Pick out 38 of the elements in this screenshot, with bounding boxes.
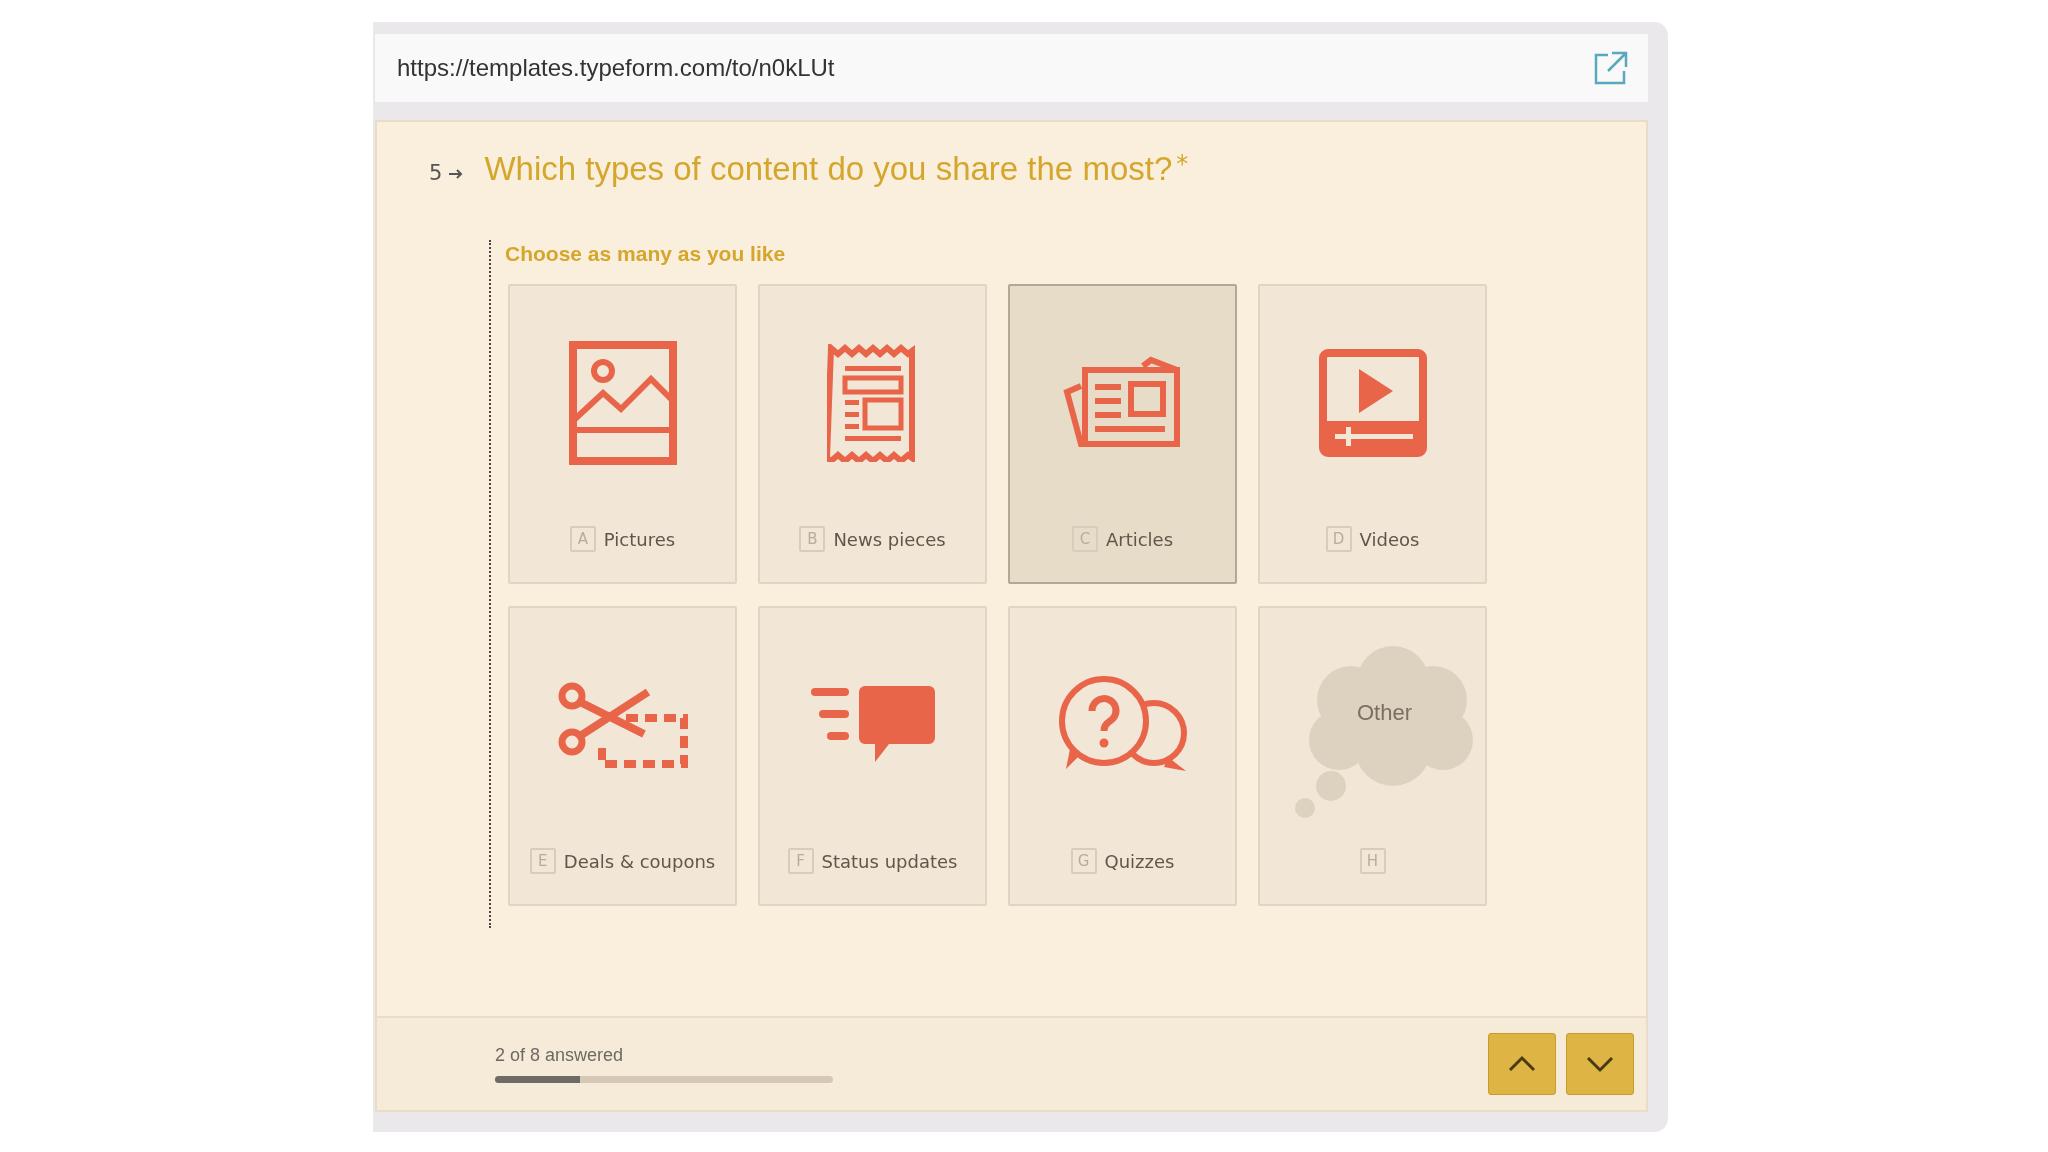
choice-card[interactable]: Other H [1258, 606, 1487, 906]
newspapers-icon [1062, 356, 1183, 450]
choice-card[interactable]: E Deals & coupons [508, 606, 737, 906]
key-hint: E [529, 848, 556, 874]
question-number: 5 [429, 161, 443, 185]
chevron-up-icon [1507, 1055, 1537, 1073]
choice-card[interactable]: A Pictures [508, 284, 737, 584]
choice-label: Videos [1359, 528, 1420, 550]
key-hint: H [1359, 848, 1386, 874]
key-hint: A [569, 526, 596, 552]
choice-card[interactable]: D Videos [1258, 284, 1487, 584]
next-button[interactable] [1566, 1033, 1634, 1095]
required-mark: * [1176, 150, 1189, 178]
key-hint: D [1325, 526, 1352, 552]
key-hint: F [787, 848, 814, 874]
previous-button[interactable] [1488, 1033, 1556, 1095]
choice-label: Articles [1105, 528, 1174, 550]
video-player-icon [1318, 349, 1427, 457]
arrow-icon [448, 168, 465, 180]
chevron-down-icon [1585, 1055, 1615, 1073]
choice-label: Pictures [603, 528, 676, 550]
choice-label: Deals & coupons [563, 850, 716, 872]
key-hint: B [799, 526, 826, 552]
picture-icon [568, 341, 677, 465]
choice-label: Other [1357, 700, 1412, 726]
choice-label: News pieces [833, 528, 946, 550]
external-link-icon[interactable] [1592, 49, 1630, 87]
choice-card[interactable]: F Status updates [758, 606, 987, 906]
question-title: Which types of content do you share the most? [484, 150, 1173, 188]
progress-text: 2 of 8 answered [495, 1045, 625, 1066]
url-text: https://templates.typeform.com/to/n0kLUt [397, 54, 835, 82]
choice-label: Status updates [821, 850, 958, 872]
speech-bubble-icon [810, 686, 935, 764]
question-hint: Choose as many as you like [505, 242, 787, 266]
choice-label: Quizzes [1104, 850, 1175, 872]
key-hint: G [1070, 848, 1097, 874]
choice-card[interactable]: G Quizzes [1008, 606, 1237, 906]
choice-card[interactable]: B News pieces [758, 284, 987, 584]
